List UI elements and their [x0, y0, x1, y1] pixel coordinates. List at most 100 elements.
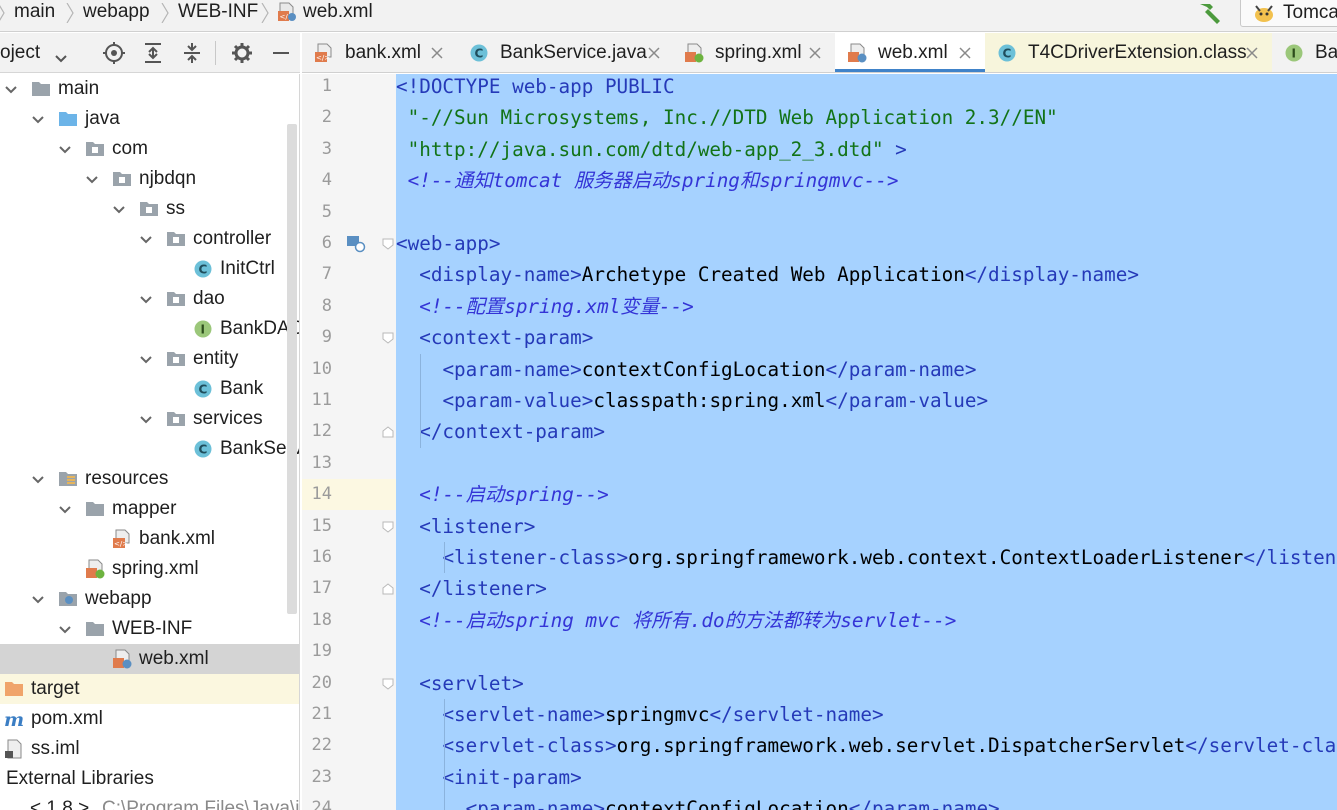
chevron-down-icon[interactable]: [85, 173, 99, 185]
code-line: <context-param>: [396, 322, 593, 353]
line-number: 5: [321, 201, 332, 222]
tree-item-entity[interactable]: entity: [0, 344, 299, 374]
chevron-down-icon[interactable]: [139, 413, 153, 425]
chevron-down-icon[interactable]: [31, 113, 45, 125]
chevron-down-icon[interactable]: [58, 623, 72, 635]
web-descriptor-gutter-icon[interactable]: [346, 235, 366, 253]
tree-item-bank[interactable]: C Bank: [0, 374, 299, 404]
tab-spring-xml[interactable]: spring.xml: [672, 33, 835, 72]
tree-item-pom-xml[interactable]: m pom.xml: [0, 704, 299, 734]
code-line: "-//Sun Microsystems, Inc.//DTD Web Appl…: [396, 102, 1058, 133]
code-token: <servlet-name>: [442, 703, 605, 726]
tree-item-bankdao[interactable]: I BankDAO: [0, 314, 299, 344]
svg-text:I: I: [201, 323, 205, 337]
tree-item-label: bank.xml: [139, 528, 216, 549]
tree-item-web-xml[interactable]: web.xml: [0, 644, 299, 674]
fold-start-icon[interactable]: [381, 520, 395, 534]
chevron-down-icon[interactable]: [31, 593, 45, 605]
code-token: <!--启动spring-->: [419, 483, 609, 507]
tree-item-webapp[interactable]: webapp: [0, 584, 299, 614]
fold-start-icon[interactable]: [381, 677, 395, 691]
tree-item-dao[interactable]: dao: [0, 284, 299, 314]
fold-end-icon[interactable]: [381, 582, 395, 596]
line-number: 6: [321, 233, 332, 253]
tree-item-ss[interactable]: ss: [0, 194, 299, 224]
build-hammer-icon[interactable]: [1196, 0, 1224, 24]
tree-item-label: njbdqn: [139, 168, 197, 189]
tree-item-web-inf[interactable]: WEB-INF: [0, 614, 299, 644]
tree-item-ss-iml[interactable]: ss.iml: [0, 734, 299, 764]
close-icon[interactable]: [808, 46, 822, 60]
collapse-all-icon[interactable]: [180, 41, 204, 65]
chevron-down-icon[interactable]: [58, 503, 72, 515]
chevron-down-icon[interactable]: [4, 83, 18, 95]
tree-item-mapper[interactable]: mapper: [0, 494, 299, 524]
code-token: Archetype Created Web Application: [581, 263, 965, 287]
close-icon[interactable]: [958, 46, 972, 60]
tree-item-bankserv[interactable]: C BankServ: [0, 434, 299, 464]
tree-item-initctrl[interactable]: C InitCtrl: [0, 254, 299, 284]
fold-start-icon[interactable]: [381, 331, 395, 345]
tree-item-services[interactable]: services: [0, 404, 299, 434]
tab-ban[interactable]: I Ban: [1272, 33, 1337, 72]
code-token: <!DOCTYPE web-app PUBLIC: [396, 75, 675, 98]
tree-item-label: ss: [166, 198, 185, 219]
chevron-down-icon[interactable]: [139, 353, 153, 365]
run-configuration-selector[interactable]: Tomca: [1240, 0, 1337, 27]
tree-scrollbar[interactable]: [287, 124, 297, 614]
code-line: <param-value>classpath:spring.xml</param…: [396, 385, 988, 416]
close-icon[interactable]: [1245, 46, 1259, 60]
tree-item-com[interactable]: com: [0, 134, 299, 164]
resources-icon: [58, 469, 78, 489]
line-number: 23: [311, 766, 332, 787]
tab-bank-xml[interactable]: </> bank.xml: [302, 33, 457, 72]
breadcrumb-item[interactable]: webapp: [83, 0, 150, 24]
folder-orange-icon: [4, 679, 24, 699]
web-xml-icon: [112, 649, 132, 669]
tab-web-xml[interactable]: web.xml: [835, 33, 985, 72]
svg-text:C: C: [199, 443, 208, 457]
project-view-title[interactable]: oject: [0, 41, 40, 65]
breadcrumb-current-file[interactable]: web.xml: [303, 0, 373, 24]
expand-all-icon[interactable]: [141, 41, 165, 65]
code-editor[interactable]: <!DOCTYPE web-app PUBLIC "-//Sun Microsy…: [396, 74, 1337, 810]
tree-item-resources[interactable]: resources: [0, 464, 299, 494]
tree-item-bank-xml[interactable]: </> bank.xml: [0, 524, 299, 554]
tree-item-njbdqn[interactable]: njbdqn: [0, 164, 299, 194]
tree-item-main[interactable]: main: [0, 74, 299, 104]
tree-item-java[interactable]: java: [0, 104, 299, 134]
tab-bankservice-java[interactable]: C BankService.java: [457, 33, 672, 72]
breadcrumb-item[interactable]: WEB-INF: [178, 0, 258, 24]
tree-item-target[interactable]: target: [0, 674, 299, 704]
close-icon[interactable]: [430, 46, 444, 60]
gear-icon[interactable]: [230, 41, 254, 65]
locate-file-icon[interactable]: [102, 41, 126, 65]
code-line: <!--启动spring-->: [396, 479, 609, 510]
class-icon: C: [193, 259, 213, 279]
tab-t4cdriverextension-class[interactable]: C T4CDriverExtension.class: [985, 33, 1272, 72]
close-icon[interactable]: [647, 46, 661, 60]
tree-item-spring-xml[interactable]: spring.xml: [0, 554, 299, 584]
tree-item-1-8[interactable]: < 1.8 > C:\Program Files\Java\j: [0, 794, 299, 810]
chevron-down-icon[interactable]: [112, 203, 126, 215]
chevron-down-icon[interactable]: [139, 233, 153, 245]
chevron-down-icon[interactable]: [139, 293, 153, 305]
chevron-down-icon[interactable]: [31, 473, 45, 485]
code-token: org.springframework.web.context.ContextL…: [628, 546, 1244, 569]
tree-item-external-libraries[interactable]: External Libraries: [0, 764, 299, 794]
chevron-down-icon[interactable]: [55, 50, 67, 63]
line-number: 7: [321, 264, 332, 285]
fold-start-icon[interactable]: [381, 237, 395, 251]
chevron-down-icon[interactable]: [58, 143, 72, 155]
fold-end-icon[interactable]: [381, 425, 395, 439]
code-token: <param-name>: [465, 797, 605, 810]
line-number: 17: [311, 578, 332, 599]
svg-text:</>: </>: [114, 540, 128, 548]
hide-panel-icon[interactable]: [269, 41, 293, 65]
tree-item-controller[interactable]: controller: [0, 224, 299, 254]
code-token: "-//Sun Microsystems, Inc.//DTD Web Appl…: [396, 106, 1058, 130]
code-token: org.springframework.web.servlet.Dispatch…: [616, 734, 1186, 758]
project-tool-window-header: oject: [0, 33, 300, 73]
breadcrumb-item[interactable]: main: [14, 0, 55, 24]
